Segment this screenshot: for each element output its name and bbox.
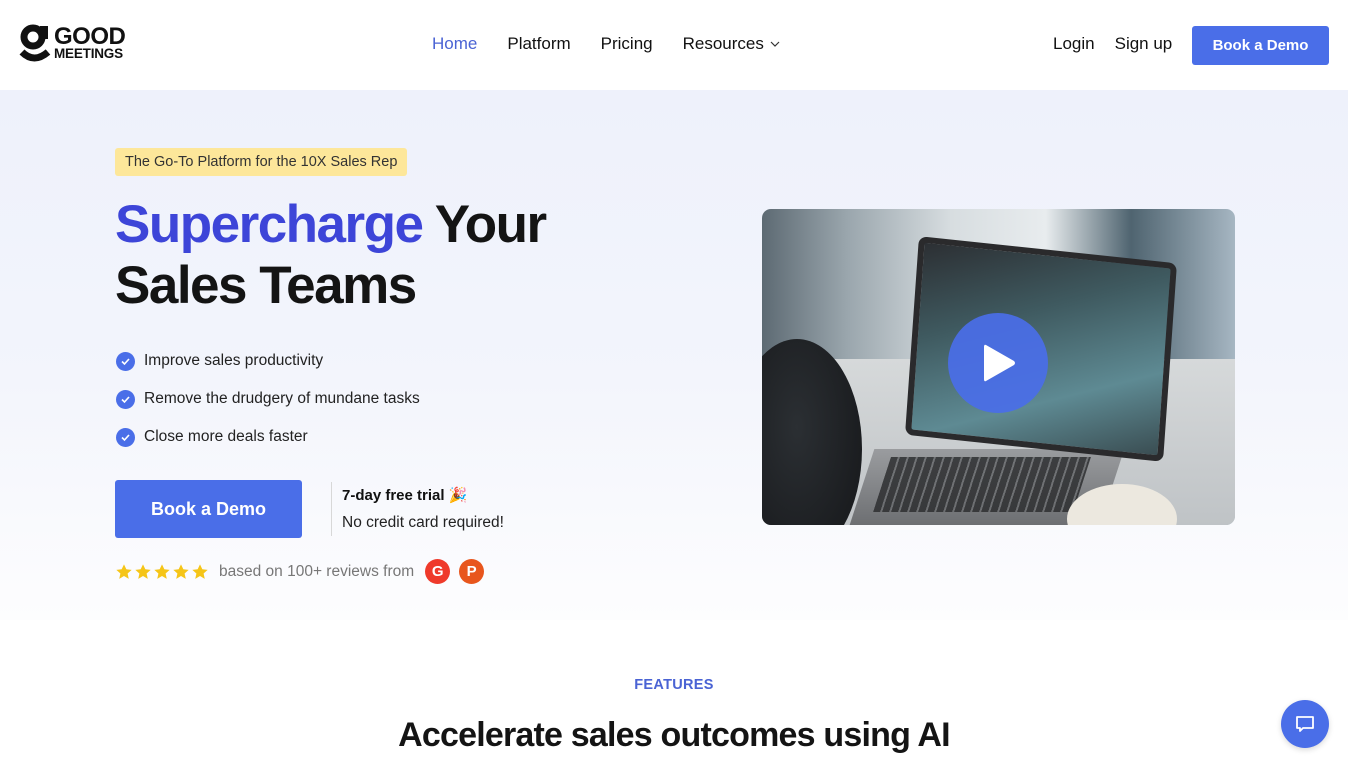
benefit-item: Close more deals faster [116,418,420,456]
main-nav: Home Platform Pricing Resources [432,34,780,54]
logo-line2: MEETINGS [54,46,123,61]
chat-bubble-icon [1296,716,1314,732]
reviews-row: based on 100+ reviews from G P [115,559,485,584]
benefit-list: Improve sales productivity Remove the dr… [116,342,420,456]
star-icon [173,563,189,579]
nav-platform[interactable]: Platform [507,34,570,54]
hero-title-line2: Sales Teams [115,256,417,315]
video-thumbnail-keyboard [873,457,1091,512]
play-icon [984,344,1015,382]
hero-video[interactable] [762,209,1235,525]
play-button[interactable] [948,313,1048,413]
features-eyebrow: FEATURES [634,677,714,693]
benefit-item: Improve sales productivity [116,342,420,380]
logo[interactable]: GOOD MEETINGS [19,23,126,64]
benefit-text: Close more deals faster [144,428,308,445]
product-hunt-logo-icon[interactable]: P [459,559,485,584]
benefit-text: Remove the drudgery of mundane tasks [144,390,420,407]
header-book-demo-button[interactable]: Book a Demo [1192,26,1329,65]
benefit-text: Improve sales productivity [144,352,324,369]
nav-pricing[interactable]: Pricing [601,34,653,54]
site-header: GOOD MEETINGS Home Platform Pricing Reso… [0,0,1348,90]
logo-icon [19,24,51,64]
no-credit-card-label: No credit card required! [342,514,504,531]
login-link[interactable]: Login [1053,34,1095,54]
nav-resources[interactable]: Resources [683,34,780,54]
star-icon [135,563,151,579]
star-icon [192,563,208,579]
auth-links: Login Sign up [1053,34,1172,54]
check-circle-icon [116,351,135,371]
check-circle-icon [116,427,135,447]
hero-book-demo-button[interactable]: Book a Demo [115,480,302,538]
chat-widget-button[interactable] [1281,700,1329,748]
star-icon [154,563,170,579]
reviews-text: based on 100+ reviews from [219,562,415,580]
signup-link[interactable]: Sign up [1115,34,1173,54]
logo-wordmark: GOOD MEETINGS [54,23,126,61]
free-trial-label: 7-day free trial 🎉 [342,487,468,504]
star-icon [116,563,132,579]
nav-home[interactable]: Home [432,34,477,54]
hero-title-line1: Your [422,195,547,254]
cta-divider [331,482,332,536]
rating-stars [115,563,209,581]
hero-section: The Go-To Platform for the 10X Sales Rep… [0,90,1348,620]
logo-line1: GOOD [54,23,126,50]
features-title: Accelerate sales outcomes using AI [398,716,950,754]
benefit-item: Remove the drudgery of mundane tasks [116,380,420,418]
check-circle-icon [116,389,135,409]
hero-title: Supercharge Your Sales Teams [115,194,547,316]
hero-title-accent: Supercharge [115,195,424,254]
g2-logo-icon[interactable]: G [425,559,451,584]
chevron-down-icon [770,41,780,47]
nav-resources-label: Resources [682,34,764,53]
hero-tag: The Go-To Platform for the 10X Sales Rep [115,148,408,176]
